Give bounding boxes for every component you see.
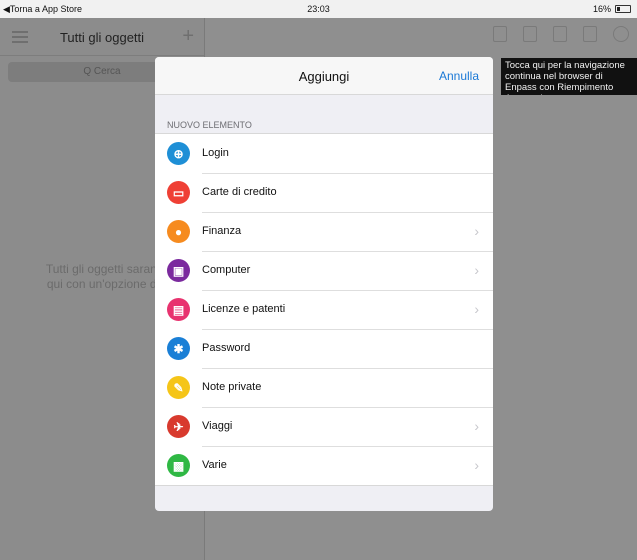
battery-percent: 16% [592,4,611,14]
list-item-label: Varie [202,459,227,471]
row-separator [202,329,493,330]
row-separator [202,407,493,408]
license-card-icon: ▤ [167,298,190,321]
list-item-label: Note private [202,381,262,393]
list-item-label: Computer [202,264,251,276]
list-item[interactable]: ✈ Viaggi › [155,407,493,446]
browser-globe-icon[interactable] [613,26,629,42]
left-navbar: Tutti gli oggetti + [0,18,204,56]
list-item[interactable]: ⊕ Login [155,134,493,173]
list-item[interactable]: ▩ Varie › [155,446,493,485]
new-item-list: ⊕ Login ▭ Carte di credito ● Finanza › ▣ Compute… [155,133,493,486]
list-item[interactable]: ▭ Carte di credito [155,173,493,212]
row-separator [202,173,493,174]
folder-icon[interactable] [553,26,567,42]
credit-card-icon: ▭ [167,181,190,204]
chevron-right-icon: › [474,223,479,239]
note-pencil-icon: ✎ [167,376,190,399]
modal-header: Aggiungi Annulla [155,57,493,95]
status-bar: ◀Torna a App Store 23:03 16% [0,0,637,18]
add-item-modal: Aggiungi Annulla NUOVO ELEMENTO ⊕ Login ▭ C… [155,57,493,511]
browser-tooltip: Tocca qui per la navigazione continua ne… [501,58,637,95]
row-separator [202,446,493,447]
section-header: NUOVO ELEMENTO [167,120,252,130]
edit-icon[interactable] [583,26,597,42]
list-item-label: Carte di credito [202,186,277,198]
travel-airplane-icon: ✈ [167,415,190,438]
row-separator [202,290,493,291]
finance-coin-icon: ● [167,220,190,243]
detail-toolbar [493,26,629,42]
status-right: 16% [593,4,631,14]
list-item-label: Password [202,342,251,354]
list-item-label: Login [202,147,229,159]
login-globe-icon: ⊕ [167,142,190,165]
left-pane-title: Tutti gli oggetti [59,30,145,45]
cancel-button[interactable]: Annulla [439,69,479,83]
list-item-label: Viaggi [202,420,233,432]
list-item[interactable]: ✱ Password [155,329,493,368]
list-item[interactable]: ● Finanza › [155,212,493,251]
chevron-right-icon: › [474,301,479,317]
row-separator [202,368,493,369]
list-item[interactable]: ▣ Computer › [155,251,493,290]
list-item[interactable]: ▤ Licenze e patenti › [155,290,493,329]
add-plus-icon[interactable]: + [182,26,194,46]
trash-icon[interactable] [523,26,537,42]
list-item-label: Finanza [202,225,242,237]
battery-icon [615,5,631,13]
password-asterisk-icon: ✱ [167,337,190,360]
chevron-right-icon: › [474,457,479,473]
misc-briefcase-icon: ▩ [167,454,190,477]
status-time: 23:03 [307,4,330,14]
computer-monitor-icon: ▣ [167,259,190,282]
row-separator [202,251,493,252]
chevron-right-icon: › [474,418,479,434]
list-item[interactable]: ✎ Note private [155,368,493,407]
row-separator [202,212,493,213]
list-item-label: Licenze e patenti [202,303,286,315]
chevron-right-icon: › [474,262,479,278]
share-icon[interactable] [493,26,507,42]
